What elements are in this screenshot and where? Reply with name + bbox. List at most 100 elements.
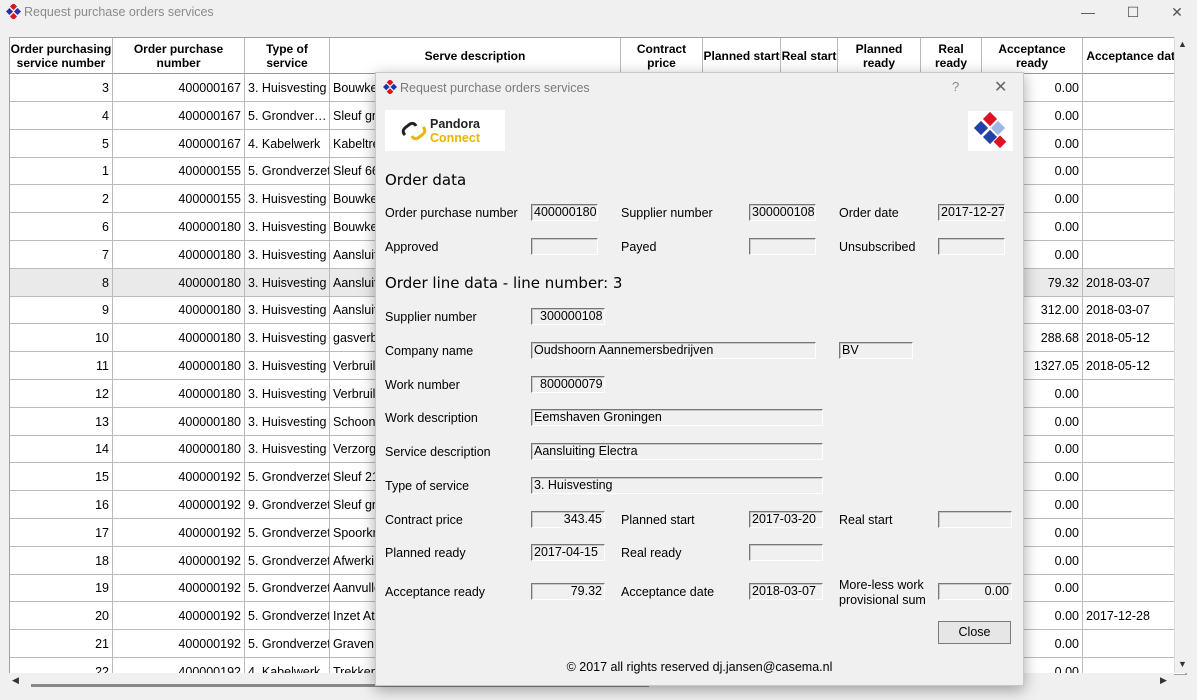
cell-service-number[interactable]: 3	[10, 74, 113, 102]
scroll-left-icon[interactable]: ◀	[12, 675, 19, 686]
cell-acceptance-date[interactable]	[1083, 129, 1186, 158]
work-number-field[interactable]: 800000079	[531, 376, 605, 393]
cell-purchase-number[interactable]: 400000180	[113, 240, 245, 269]
approved-field[interactable]	[531, 238, 598, 255]
cell-service-number[interactable]: 19	[10, 574, 113, 603]
close-window-button[interactable]: ✕	[1155, 0, 1197, 24]
vertical-scrollbar[interactable]: ▲ ▼	[1174, 37, 1189, 673]
cell-purchase-number[interactable]: 400000180	[113, 213, 245, 241]
order-date-field[interactable]: 2017-12-27	[938, 204, 1005, 221]
cell-purchase-number[interactable]: 400000180	[113, 379, 245, 408]
cell-acceptance-date[interactable]: 2018-05-12	[1083, 352, 1186, 380]
cell-type-of-service[interactable]: 5. Grondver…	[245, 101, 330, 130]
cell-acceptance-date[interactable]	[1083, 185, 1186, 214]
cell-type-of-service[interactable]: 3. Huisvesting	[245, 268, 330, 297]
cell-purchase-number[interactable]: 400000155	[113, 157, 245, 186]
cell-service-number[interactable]: 6	[10, 213, 113, 241]
supplier-number-field[interactable]: 300000108	[749, 204, 816, 221]
column-header-serve-description[interactable]: Serve description	[330, 38, 621, 74]
cell-service-number[interactable]: 20	[10, 602, 113, 631]
cell-purchase-number[interactable]: 400000167	[113, 74, 245, 102]
cell-service-number[interactable]: 2	[10, 185, 113, 214]
order-purchase-number-field[interactable]: 400000180	[531, 204, 598, 221]
minimize-button[interactable]: —	[1066, 0, 1110, 24]
cell-acceptance-date[interactable]: 2017-12-28	[1083, 602, 1186, 631]
work-description-field[interactable]: Eemshaven Groningen	[531, 409, 823, 426]
cell-purchase-number[interactable]: 400000180	[113, 435, 245, 464]
column-header-planned-start[interactable]: Planned start	[703, 38, 781, 74]
cell-acceptance-date[interactable]	[1083, 435, 1186, 464]
more-less-field[interactable]: 0.00	[938, 583, 1012, 600]
cell-acceptance-date[interactable]	[1083, 491, 1186, 519]
cell-purchase-number[interactable]: 400000180	[113, 296, 245, 325]
cell-service-number[interactable]: 15	[10, 463, 113, 492]
cell-type-of-service[interactable]: 3. Huisvesting	[245, 352, 330, 380]
cell-service-number[interactable]: 18	[10, 546, 113, 575]
cell-service-number[interactable]: 13	[10, 407, 113, 436]
cell-purchase-number[interactable]: 400000180	[113, 324, 245, 353]
cell-purchase-number[interactable]: 400000167	[113, 101, 245, 130]
cell-service-number[interactable]: 1	[10, 157, 113, 186]
cell-acceptance-date[interactable]	[1083, 213, 1186, 241]
planned-start-field[interactable]: 2017-03-20	[749, 511, 823, 528]
cell-type-of-service[interactable]: 5. Grondverzet	[245, 518, 330, 547]
column-header-planned-ready[interactable]: Planned ready	[838, 38, 921, 74]
cell-acceptance-date[interactable]	[1083, 463, 1186, 492]
column-header-real-start[interactable]: Real start	[781, 38, 838, 74]
cell-purchase-number[interactable]: 400000192	[113, 602, 245, 631]
dialog-close-icon[interactable]: ✕	[994, 77, 1007, 97]
column-header-acceptance-date[interactable]: Acceptance date	[1083, 38, 1186, 74]
cell-type-of-service[interactable]: 3. Huisvesting	[245, 324, 330, 353]
cell-service-number[interactable]: 11	[10, 352, 113, 380]
column-header-purchase-number[interactable]: Order purchase number	[113, 38, 245, 74]
cell-service-number[interactable]: 5	[10, 129, 113, 158]
cell-service-number[interactable]: 10	[10, 324, 113, 353]
column-header-acceptance-ready[interactable]: Acceptance ready	[982, 38, 1083, 74]
cell-acceptance-date[interactable]	[1083, 101, 1186, 130]
close-button[interactable]: Close	[938, 621, 1011, 644]
cell-purchase-number[interactable]: 400000192	[113, 630, 245, 658]
cell-type-of-service[interactable]: 5. Grondverzet	[245, 157, 330, 186]
cell-type-of-service[interactable]: 3. Huisvesting	[245, 407, 330, 436]
cell-type-of-service[interactable]: 3. Huisvesting	[245, 435, 330, 464]
cell-acceptance-date[interactable]: 2018-03-07	[1083, 296, 1186, 325]
cell-service-number[interactable]: 4	[10, 101, 113, 130]
cell-purchase-number[interactable]: 400000192	[113, 546, 245, 575]
unsubscribed-field[interactable]	[938, 238, 1005, 255]
cell-service-number[interactable]: 8	[10, 268, 113, 297]
scroll-right-icon[interactable]: ▶	[1160, 675, 1167, 686]
cell-type-of-service[interactable]: 3. Huisvesting	[245, 185, 330, 214]
cell-purchase-number[interactable]: 400000180	[113, 268, 245, 297]
cell-acceptance-date[interactable]: 2018-05-12	[1083, 324, 1186, 353]
company-suffix-field[interactable]: BV	[839, 342, 913, 359]
column-header-type-of-service[interactable]: Type of service	[245, 38, 330, 74]
cell-type-of-service[interactable]: 3. Huisvesting	[245, 213, 330, 241]
cell-type-of-service[interactable]: 5. Grondverzet	[245, 463, 330, 492]
acceptance-date-field[interactable]: 2018-03-07	[749, 583, 823, 600]
cell-acceptance-date[interactable]	[1083, 74, 1186, 102]
cell-acceptance-date[interactable]	[1083, 630, 1186, 658]
cell-type-of-service[interactable]: 5. Grondverzet	[245, 574, 330, 603]
cell-acceptance-date[interactable]	[1083, 574, 1186, 603]
cell-type-of-service[interactable]: 5. Grondverzet	[245, 630, 330, 658]
help-button[interactable]: ?	[952, 79, 959, 94]
real-start-field[interactable]	[938, 511, 1012, 528]
cell-type-of-service[interactable]: 5. Grondverzet	[245, 602, 330, 631]
cell-purchase-number[interactable]: 400000192	[113, 574, 245, 603]
cell-acceptance-date[interactable]: 2018-03-07	[1083, 268, 1186, 297]
cell-type-of-service[interactable]: 3. Huisvesting	[245, 240, 330, 269]
cell-acceptance-date[interactable]	[1083, 518, 1186, 547]
column-header-real-ready[interactable]: Real ready	[921, 38, 982, 74]
planned-ready-field[interactable]: 2017-04-15	[531, 544, 605, 561]
column-header-service-number[interactable]: Order purchasing service number	[10, 38, 113, 74]
cell-type-of-service[interactable]: 4. Kabelwerk	[245, 129, 330, 158]
cell-type-of-service[interactable]: 3. Huisvesting	[245, 379, 330, 408]
scroll-down-icon[interactable]: ▼	[1178, 659, 1187, 669]
cell-service-number[interactable]: 14	[10, 435, 113, 464]
maximize-button[interactable]: ☐	[1111, 0, 1155, 24]
company-name-field[interactable]: Oudshoorn Aannemersbedrijven	[531, 342, 816, 359]
cell-service-number[interactable]: 21	[10, 630, 113, 658]
cell-purchase-number[interactable]: 400000180	[113, 352, 245, 380]
cell-type-of-service[interactable]: 3. Huisvesting	[245, 296, 330, 325]
cell-service-number[interactable]: 7	[10, 240, 113, 269]
